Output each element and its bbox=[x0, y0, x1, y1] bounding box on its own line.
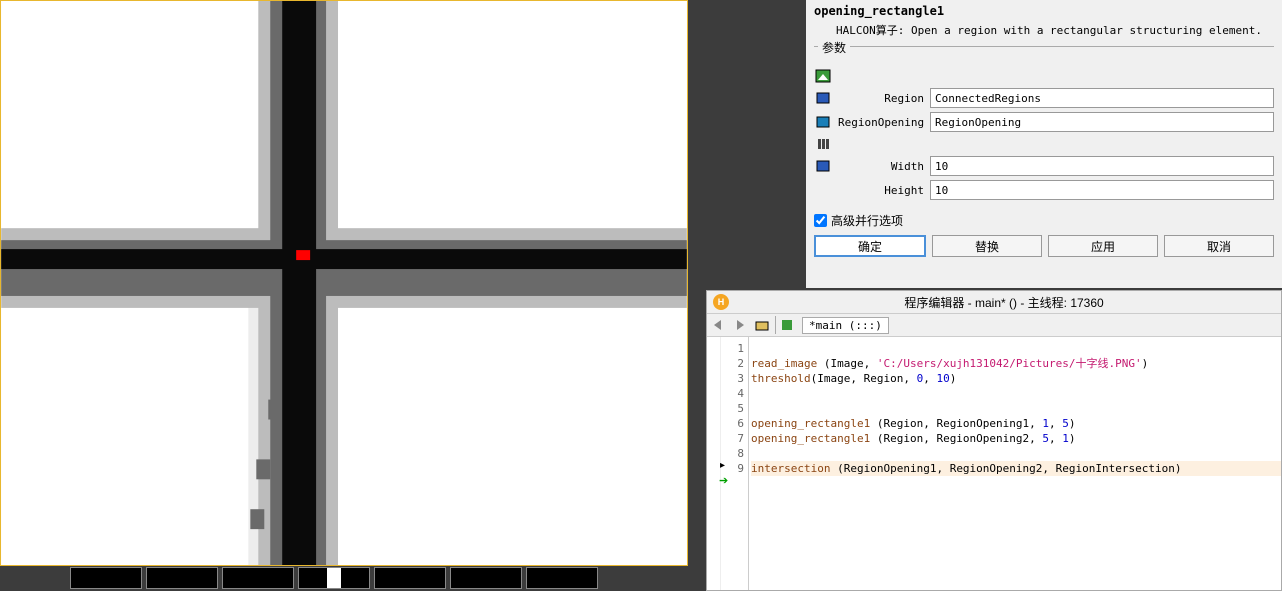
height-input[interactable] bbox=[930, 180, 1274, 200]
thumbnail-item[interactable] bbox=[298, 567, 370, 589]
run-icon[interactable] bbox=[778, 315, 798, 335]
output-region-icon bbox=[814, 114, 832, 130]
code-area[interactable]: ➔ ▸ 123456789 read_image (Image, 'C:/Use… bbox=[707, 337, 1281, 590]
image-icon bbox=[814, 68, 832, 84]
ok-button[interactable]: 确定 bbox=[814, 235, 926, 257]
height-label: Height bbox=[838, 184, 930, 197]
control-icon bbox=[814, 136, 832, 152]
params-legend: 参数 bbox=[818, 39, 850, 56]
operator-name: opening_rectangle1 bbox=[814, 4, 1274, 18]
advanced-options-row: 高级并行选项 bbox=[814, 212, 1274, 229]
halcon-icon: H bbox=[713, 294, 729, 310]
thumbnail-item[interactable] bbox=[526, 567, 598, 589]
editor-title: 程序编辑器 - main* () - 主线程: 17360 bbox=[733, 294, 1275, 311]
thumbnail-item[interactable] bbox=[70, 567, 142, 589]
replace-button[interactable]: 替换 bbox=[932, 235, 1042, 257]
region-icon bbox=[814, 90, 832, 106]
thumbnail-item[interactable] bbox=[374, 567, 446, 589]
thumbnail-strip bbox=[0, 567, 688, 591]
region-input[interactable] bbox=[930, 88, 1274, 108]
folder-icon[interactable] bbox=[753, 315, 773, 335]
program-editor: H 程序编辑器 - main* () - 主线程: 17360 *main (:… bbox=[706, 290, 1282, 591]
params-fieldset: 参数 Region RegionOpening Width Height bbox=[814, 46, 1274, 200]
code-content[interactable]: read_image (Image, 'C:/Users/xujh131042/… bbox=[749, 337, 1281, 590]
width-input[interactable] bbox=[930, 156, 1274, 176]
line-numbers: 123456789 bbox=[729, 337, 749, 590]
advanced-checkbox[interactable] bbox=[814, 214, 827, 227]
width-icon bbox=[814, 158, 832, 174]
region-label: Region bbox=[838, 92, 930, 105]
back-icon[interactable] bbox=[709, 315, 729, 335]
image-canvas bbox=[1, 1, 687, 565]
thumbnail-item[interactable] bbox=[146, 567, 218, 589]
cancel-button[interactable]: 取消 bbox=[1164, 235, 1274, 257]
forward-icon[interactable] bbox=[731, 315, 751, 335]
apply-button[interactable]: 应用 bbox=[1048, 235, 1158, 257]
advanced-label: 高级并行选项 bbox=[831, 212, 903, 229]
regionopening-input[interactable] bbox=[930, 112, 1274, 132]
editor-titlebar: H 程序编辑器 - main* () - 主线程: 17360 bbox=[707, 291, 1281, 313]
regionopening-label: RegionOpening bbox=[838, 116, 930, 129]
main-tab[interactable]: *main (:::) bbox=[802, 317, 889, 334]
width-label: Width bbox=[838, 160, 930, 173]
image-viewer[interactable] bbox=[0, 0, 688, 566]
marker-column: ➔ ▸ bbox=[721, 337, 729, 590]
editor-toolbar: *main (:::) bbox=[707, 313, 1281, 337]
cursor-arrow-icon: ▸ bbox=[720, 460, 725, 471]
operator-description: HALCON算子: Open a region with a rectangul… bbox=[836, 22, 1274, 38]
button-row: 确定 替换 应用 取消 bbox=[814, 235, 1274, 257]
parameter-panel: opening_rectangle1 HALCON算子: Open a regi… bbox=[806, 0, 1282, 288]
height-icon bbox=[814, 182, 832, 198]
exec-arrow-icon: ➔ bbox=[719, 474, 728, 487]
breakpoint-column[interactable] bbox=[707, 337, 721, 590]
thumbnail-item[interactable] bbox=[450, 567, 522, 589]
thumbnail-item[interactable] bbox=[222, 567, 294, 589]
